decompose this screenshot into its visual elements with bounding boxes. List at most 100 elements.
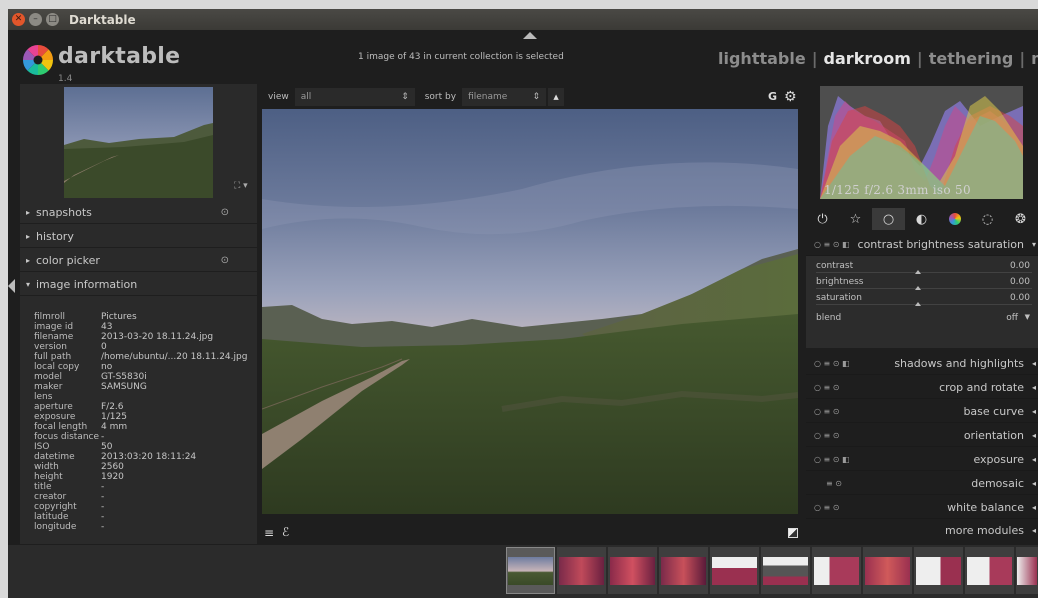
more-modules-button[interactable]: more modules ◂ bbox=[806, 519, 1038, 542]
info-row: focal length 4 mm bbox=[34, 422, 254, 432]
contrast-slider[interactable]: contrast 0.00 bbox=[816, 261, 1032, 276]
module-contrast-brightness-saturation[interactable]: ○ ≡ ⊙ ◧ contrast brightness saturation ▾ bbox=[806, 233, 1038, 256]
module-base-curve[interactable]: ○ ≡ ⊙ base curve ◂ bbox=[806, 400, 1038, 423]
filmstrip-thumb[interactable] bbox=[659, 547, 708, 594]
expand-arrow-icon: ◂ bbox=[1031, 358, 1036, 368]
info-key: focal length bbox=[34, 422, 88, 432]
module-label: history bbox=[36, 229, 74, 243]
spinner-arrows-icon: ⇕ bbox=[401, 91, 409, 102]
filmstrip-thumb[interactable] bbox=[863, 547, 912, 594]
filmstrip-thumb[interactable] bbox=[965, 547, 1014, 594]
module-toggle-icons[interactable]: ○ ≡ ⊙ bbox=[814, 431, 870, 440]
thumb-image bbox=[865, 556, 910, 585]
module-demosaic[interactable]: ≡ ⊙ demosaic ◂ bbox=[806, 472, 1038, 495]
color-group-icon[interactable] bbox=[938, 208, 971, 230]
effect-group-icon[interactable]: ❂ bbox=[1004, 208, 1037, 230]
filmstrip-thumb[interactable] bbox=[761, 547, 810, 594]
module-white-balance[interactable]: ○ ≡ ⊙ white balance ◂ bbox=[806, 496, 1038, 519]
info-row: title - bbox=[34, 482, 254, 492]
power-icon[interactable]: ⏻ bbox=[806, 208, 839, 230]
module-orientation[interactable]: ○ ≡ ⊙ orientation ◂ bbox=[806, 424, 1038, 447]
info-key: longitude bbox=[34, 522, 77, 532]
navigation-thumbnail[interactable] bbox=[64, 87, 213, 198]
slider-label: contrast bbox=[816, 261, 854, 271]
view-tethering[interactable]: tethering bbox=[929, 49, 1014, 68]
view-map[interactable]: map bbox=[1031, 49, 1038, 68]
module-crop-and-rotate[interactable]: ○ ≡ ⊙ crop and rotate ◂ bbox=[806, 376, 1038, 399]
expand-arrow-icon: ◂ bbox=[1031, 406, 1036, 416]
sort-by-select[interactable]: filename ⇕ bbox=[462, 87, 547, 106]
spinner-arrows-icon: ⇕ bbox=[532, 91, 541, 102]
info-value: - bbox=[101, 502, 105, 512]
main-photo[interactable] bbox=[262, 109, 798, 514]
close-window-button[interactable]: ✕ bbox=[12, 13, 25, 26]
brightness-slider[interactable]: brightness 0.00 bbox=[816, 277, 1032, 292]
module-snapshots[interactable]: ▸ snapshots ⊙ bbox=[20, 201, 257, 224]
thumb-image bbox=[763, 556, 808, 585]
view-filter-select[interactable]: all ⇕ bbox=[294, 87, 415, 106]
filmstrip-thumb[interactable] bbox=[557, 547, 606, 594]
reset-icon[interactable]: ⊙ bbox=[221, 207, 229, 218]
filmstrip-thumb-selected[interactable] bbox=[506, 547, 555, 594]
collapse-arrow-icon: ▾ bbox=[1031, 239, 1036, 249]
module-shadows-and-highlights[interactable]: ○ ≡ ⊙ ◧ shadows and highlights ◂ bbox=[806, 352, 1038, 375]
saturation-slider[interactable]: saturation 0.00 bbox=[816, 293, 1032, 308]
collapse-left-panel-arrow[interactable] bbox=[8, 279, 15, 293]
reset-icon[interactable]: ⊙ bbox=[221, 255, 229, 266]
expand-arrow-icon: ◂ bbox=[1031, 478, 1036, 488]
view-darkroom[interactable]: darkroom bbox=[824, 49, 911, 68]
filmstrip-thumb[interactable] bbox=[608, 547, 657, 594]
styles-icon[interactable]: ℰ bbox=[282, 525, 289, 539]
thumb-image bbox=[610, 556, 655, 585]
info-value: 1920 bbox=[101, 472, 124, 482]
module-toggle-icons[interactable]: ○ ≡ ⊙ bbox=[814, 407, 870, 416]
module-label: demosaic bbox=[971, 476, 1024, 490]
filmstrip-thumb[interactable] bbox=[914, 547, 963, 594]
view-lighttable[interactable]: lighttable bbox=[718, 49, 806, 68]
filmstrip-thumb[interactable] bbox=[1016, 547, 1038, 594]
info-value: 0 bbox=[101, 342, 107, 352]
info-value: F/2.6 bbox=[101, 402, 124, 412]
correct-group-icon[interactable]: ◌ bbox=[971, 208, 1004, 230]
color-assessment-icon[interactable] bbox=[788, 528, 798, 538]
filmstrip-thumb[interactable] bbox=[710, 547, 759, 594]
info-key: image id bbox=[34, 322, 74, 332]
app-version: 1.4 bbox=[58, 74, 73, 84]
minimize-window-button[interactable]: – bbox=[29, 13, 42, 26]
info-key: local copy bbox=[34, 362, 80, 372]
title-bar: ✕ – □ Darktable bbox=[8, 9, 1038, 30]
histogram[interactable]: 1/125 f/2.6 3mm iso 50 bbox=[820, 86, 1023, 199]
slider-label: saturation bbox=[816, 293, 862, 303]
maximize-window-button[interactable]: □ bbox=[46, 13, 59, 26]
view-filter-value: all bbox=[300, 91, 312, 102]
slider-track bbox=[816, 272, 1032, 273]
module-toggle-icons[interactable]: ○ ≡ ⊙ ◧ bbox=[814, 455, 870, 464]
grouping-button[interactable]: G bbox=[768, 90, 777, 103]
basic-group-circle-icon[interactable]: ○ bbox=[872, 208, 905, 230]
star-icon[interactable]: ☆ bbox=[839, 208, 872, 230]
module-toggle-icons[interactable]: ≡ ⊙ bbox=[826, 479, 882, 488]
thumbnail-options-button[interactable]: ⛶ ▾ bbox=[234, 181, 248, 191]
module-history[interactable]: ▸ history bbox=[20, 225, 257, 248]
info-value: - bbox=[101, 432, 105, 442]
sort-order-button[interactable]: ▲ bbox=[548, 87, 565, 106]
blend-select[interactable]: blend off ▼ bbox=[816, 313, 1032, 328]
expand-arrow-icon: ◂ bbox=[1031, 502, 1036, 512]
right-panel: 1/125 f/2.6 3mm iso 50 ⏻ ☆ ○ ◐ ◌ ❂ ○ ≡ ⊙… bbox=[806, 84, 1038, 549]
filmstrip-thumb[interactable] bbox=[812, 547, 861, 594]
info-row: exposure 1/125 bbox=[34, 412, 254, 422]
gear-icon[interactable]: ⚙ bbox=[784, 89, 797, 105]
info-value: 2560 bbox=[101, 462, 124, 472]
tone-group-icon[interactable]: ◐ bbox=[905, 208, 938, 230]
menu-icon[interactable]: ≡ bbox=[264, 526, 274, 540]
module-toggle-icons[interactable]: ○ ≡ ⊙ ◧ bbox=[814, 359, 870, 368]
info-row: ISO 50 bbox=[34, 442, 254, 452]
info-key: width bbox=[34, 462, 59, 472]
module-exposure[interactable]: ○ ≡ ⊙ ◧ exposure ◂ bbox=[806, 448, 1038, 471]
module-image-information[interactable]: ▾ image information bbox=[20, 273, 257, 296]
collapse-top-panel-arrow[interactable] bbox=[523, 32, 537, 39]
module-color-picker[interactable]: ▸ color picker ⊙ bbox=[20, 249, 257, 272]
info-key: full path bbox=[34, 352, 72, 362]
module-toggle-icons[interactable]: ○ ≡ ⊙ bbox=[814, 503, 870, 512]
module-toggle-icons[interactable]: ○ ≡ ⊙ bbox=[814, 383, 870, 392]
